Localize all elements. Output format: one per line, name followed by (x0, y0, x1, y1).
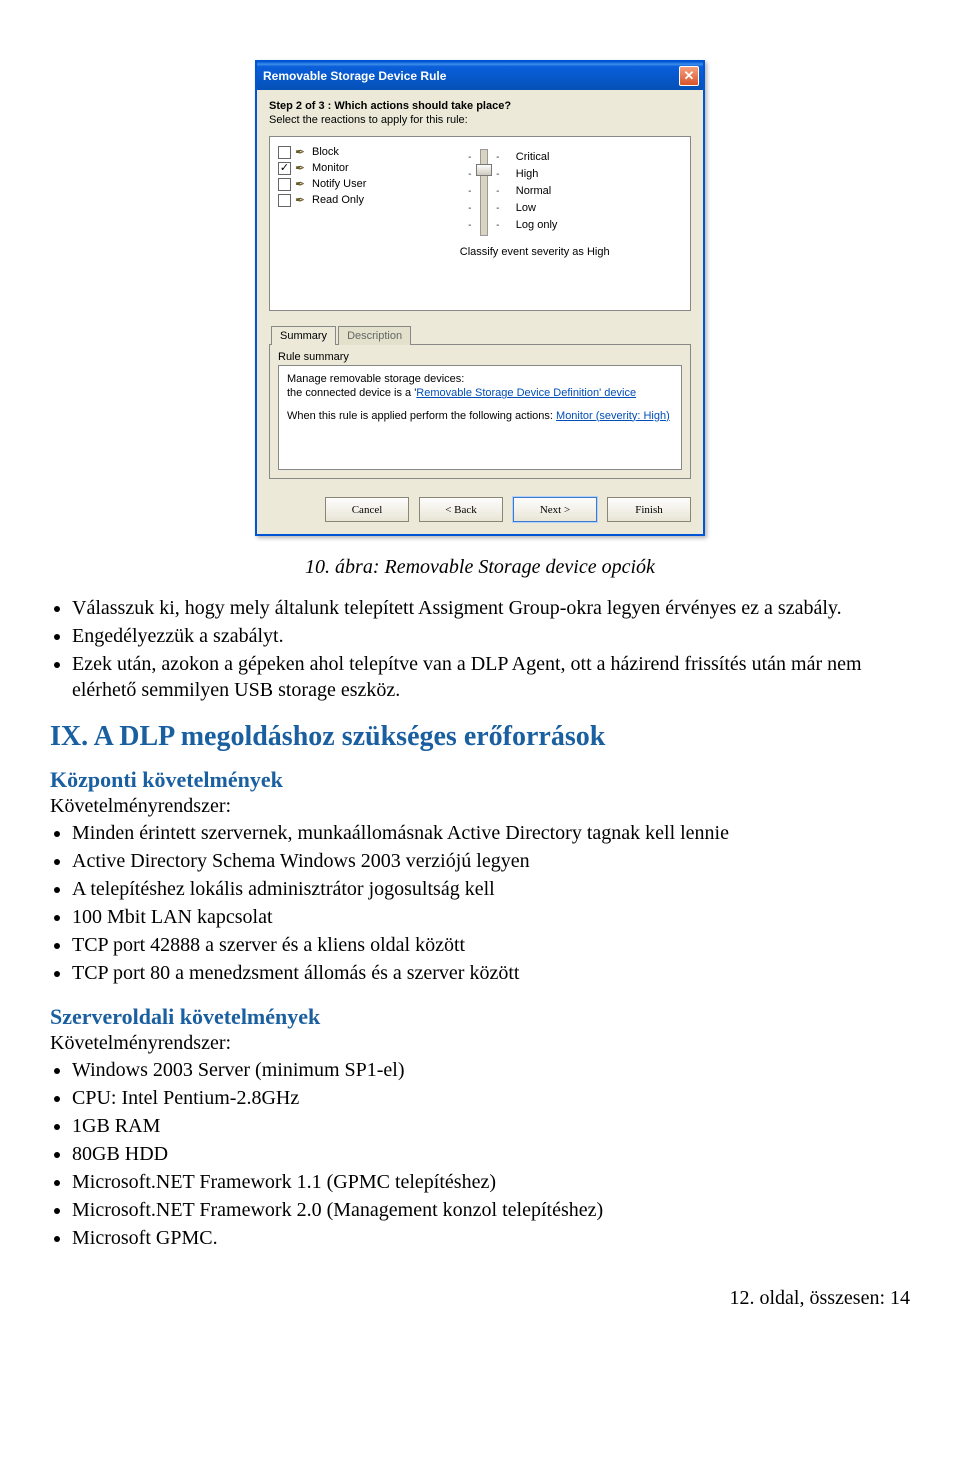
block-checkbox[interactable] (278, 146, 291, 159)
requirements-label: Követelményrendszer: (50, 1032, 910, 1055)
actions-panel: Block Monitor Notify User Read Only ----… (269, 136, 691, 311)
notify-label: Notify User (312, 178, 366, 190)
tab-summary[interactable]: Summary (271, 326, 336, 345)
action-icon (295, 177, 309, 191)
action-icon (295, 193, 309, 207)
list-item: Válasszuk ki, hogy mely általunk telepít… (72, 595, 910, 621)
window-title: Removable Storage Device Rule (263, 69, 446, 83)
sev-logonly: Log only (516, 217, 558, 234)
list-item: Minden érintett szervernek, munkaállomás… (72, 820, 910, 846)
action-icon (295, 161, 309, 175)
list-item: 80GB HDD (72, 1141, 910, 1167)
action-link[interactable]: Monitor (severity: High) (556, 410, 670, 422)
titlebar[interactable]: Removable Storage Device Rule ✕ (257, 62, 703, 90)
block-label: Block (312, 146, 339, 158)
list-item: Microsoft.NET Framework 1.1 (GPMC telepí… (72, 1169, 910, 1195)
page-footer: 12. oldal, összesen: 14 (50, 1287, 910, 1310)
heading-ix: IX. A DLP megoldáshoz szükséges erőforrá… (50, 721, 910, 753)
list-item: TCP port 80 a menedzsment állomás és a s… (72, 960, 910, 986)
list-item: CPU: Intel Pentium-2.8GHz (72, 1085, 910, 1111)
sev-high: High (516, 166, 558, 183)
list-item: Microsoft GPMC. (72, 1225, 910, 1251)
slider-thumb[interactable] (476, 164, 492, 176)
list-item: Windows 2003 Server (minimum SP1-el) (72, 1057, 910, 1083)
step-title: Step 2 of 3 : Which actions should take … (269, 100, 691, 112)
monitor-checkbox[interactable] (278, 162, 291, 175)
finish-button[interactable]: Finish (607, 497, 691, 522)
severity-slider[interactable] (480, 149, 488, 236)
sev-critical: Critical (516, 149, 558, 166)
rule-summary-box: Manage removable storage devices: the co… (278, 365, 682, 470)
list-item: Engedélyezzük a szabályt. (72, 623, 910, 649)
notify-checkbox[interactable] (278, 178, 291, 191)
subheading-central: Központi követelmények (50, 767, 910, 793)
step-subtitle: Select the reactions to apply for this r… (269, 114, 691, 126)
bullet-list-3: Windows 2003 Server (minimum SP1-el) CPU… (72, 1057, 910, 1251)
classify-text: Classify event severity as High (460, 246, 610, 258)
sev-normal: Normal (516, 183, 558, 200)
monitor-label: Monitor (312, 162, 349, 174)
figure-caption: 10. ábra: Removable Storage device opció… (50, 556, 910, 579)
cancel-button[interactable]: Cancel (325, 497, 409, 522)
rule-dialog: Removable Storage Device Rule ✕ Step 2 o… (255, 60, 705, 536)
summary-line1: Manage removable storage devices: (287, 372, 673, 386)
rule-summary-label: Rule summary (278, 351, 682, 363)
list-item: 100 Mbit LAN kapcsolat (72, 904, 910, 930)
bullet-list-1: Válasszuk ki, hogy mely általunk telepít… (72, 595, 910, 703)
list-item: TCP port 42888 a szerver és a kliens old… (72, 932, 910, 958)
bullet-list-2: Minden érintett szervernek, munkaállomás… (72, 820, 910, 986)
next-button[interactable]: Next > (513, 497, 597, 522)
subheading-server: Szerveroldali követelmények (50, 1004, 910, 1030)
list-item: Ezek után, azokon a gépeken ahol telepít… (72, 651, 910, 703)
list-item: A telepítéshez lokális adminisztrátor jo… (72, 876, 910, 902)
readonly-label: Read Only (312, 194, 364, 206)
list-item: 1GB RAM (72, 1113, 910, 1139)
action-icon (295, 145, 309, 159)
tab-description[interactable]: Description (338, 326, 411, 345)
definition-link[interactable]: Removable Storage Device Definition' dev… (416, 387, 636, 399)
requirements-label: Követelményrendszer: (50, 795, 910, 818)
back-button[interactable]: < Back (419, 497, 503, 522)
readonly-checkbox[interactable] (278, 194, 291, 207)
list-item: Microsoft.NET Framework 2.0 (Management … (72, 1197, 910, 1223)
sev-low: Low (516, 200, 558, 217)
tab-panel: Rule summary Manage removable storage de… (269, 344, 691, 479)
close-button[interactable]: ✕ (679, 66, 699, 86)
list-item: Active Directory Schema Windows 2003 ver… (72, 848, 910, 874)
